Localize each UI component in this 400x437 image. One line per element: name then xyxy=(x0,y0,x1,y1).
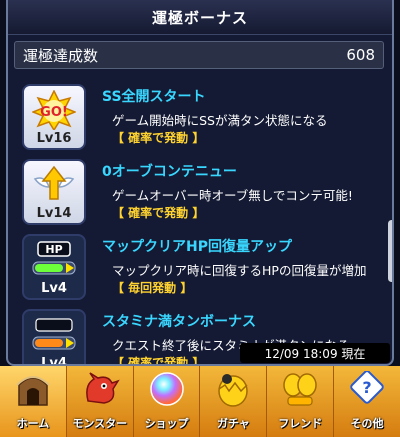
bonus-panel: 運極ボーナス 運極達成数 608 GO! Lv16 SS全開スタート ゲーム開始… xyxy=(6,0,394,366)
bonus-level: Lv4 xyxy=(41,281,67,296)
friends-icon xyxy=(280,370,320,408)
nav-home[interactable]: ホーム xyxy=(0,366,67,437)
monster-icon xyxy=(80,370,120,408)
bonus-trigger-tag: 【 確率で発動 】 xyxy=(112,356,205,366)
bonus-icon-frame: Lv4 xyxy=(22,309,86,366)
other-icon: ? xyxy=(347,370,387,408)
nav-monster[interactable]: モンスター xyxy=(67,366,134,437)
nav-other[interactable]: ? その他 xyxy=(334,366,400,437)
bonus-item[interactable]: Lv14 0オーブコンテニュー ゲームオーバー時オーブ無しでコンテ可能! 【 確… xyxy=(22,155,382,229)
bonus-title: 0オーブコンテニュー xyxy=(102,164,237,180)
bonus-trigger-tag: 【 確率で発動 】 xyxy=(112,206,205,220)
bonus-icon-frame: Lv14 xyxy=(22,159,86,225)
nav-gacha[interactable]: ガチャ xyxy=(200,366,268,437)
bottom-nav: ホーム モンスター ショップ ガチャ フレンド ? その他 xyxy=(0,366,400,437)
count-value: 608 xyxy=(346,46,375,64)
go-badge-icon: GO! xyxy=(30,90,78,130)
nav-label: ショップ xyxy=(144,417,189,430)
bonus-description: マップクリア時に回復するHPの回復量が増加 xyxy=(112,263,367,278)
nav-shop[interactable]: ショップ xyxy=(134,366,201,437)
orb-icon xyxy=(147,370,187,408)
bonus-title: スタミナ満タンボーナス xyxy=(102,314,256,330)
nav-label: フレンド xyxy=(278,417,323,430)
nav-friend[interactable]: フレンド xyxy=(267,366,335,437)
timestamp: 12/09 18:09 現在 xyxy=(240,343,390,363)
scrollbar-thumb[interactable] xyxy=(388,220,392,282)
count-label: 運極達成数 xyxy=(23,46,99,65)
svg-text:?: ? xyxy=(362,378,371,397)
bonus-description: ゲーム開始時にSSが満タン状態になる xyxy=(112,113,328,128)
stamina-bar-icon xyxy=(30,315,78,355)
hp-bar-icon: HP xyxy=(30,240,78,280)
winged-arrow-icon xyxy=(30,165,78,205)
svg-text:GO!: GO! xyxy=(40,105,68,120)
bonus-level: Lv16 xyxy=(36,131,72,146)
luck-max-count-bar: 運極達成数 608 xyxy=(14,41,384,69)
bonus-icon-frame: GO! Lv16 xyxy=(22,84,86,150)
bonus-item[interactable]: GO! Lv16 SS全開スタート ゲーム開始時にSSが満タン状態になる 【 確… xyxy=(22,80,382,154)
bonus-title: SS全開スタート xyxy=(102,89,206,105)
home-icon xyxy=(13,370,53,408)
bonus-trigger-tag: 【 確率で発動 】 xyxy=(112,131,205,145)
bonus-trigger-tag: 【 毎回発動 】 xyxy=(112,281,193,295)
bonus-item[interactable]: HP Lv4 マップクリアHP回復量アップ マップクリア時に回復するHPの回復量… xyxy=(22,230,382,304)
svg-text:HP: HP xyxy=(45,243,62,256)
nav-label: ガチャ xyxy=(216,417,250,430)
panel-title: 運極ボーナス xyxy=(8,0,392,35)
gacha-egg-icon xyxy=(213,370,253,408)
nav-label: その他 xyxy=(350,417,384,430)
nav-label: モンスター xyxy=(72,417,128,430)
nav-label: ホーム xyxy=(16,417,50,430)
bonus-description: ゲームオーバー時オーブ無しでコンテ可能! xyxy=(112,188,353,203)
bonus-level: Lv14 xyxy=(36,206,72,221)
bonus-level: Lv4 xyxy=(41,356,67,366)
bonus-title: マップクリアHP回復量アップ xyxy=(102,239,292,255)
bonus-icon-frame: HP Lv4 xyxy=(22,234,86,300)
